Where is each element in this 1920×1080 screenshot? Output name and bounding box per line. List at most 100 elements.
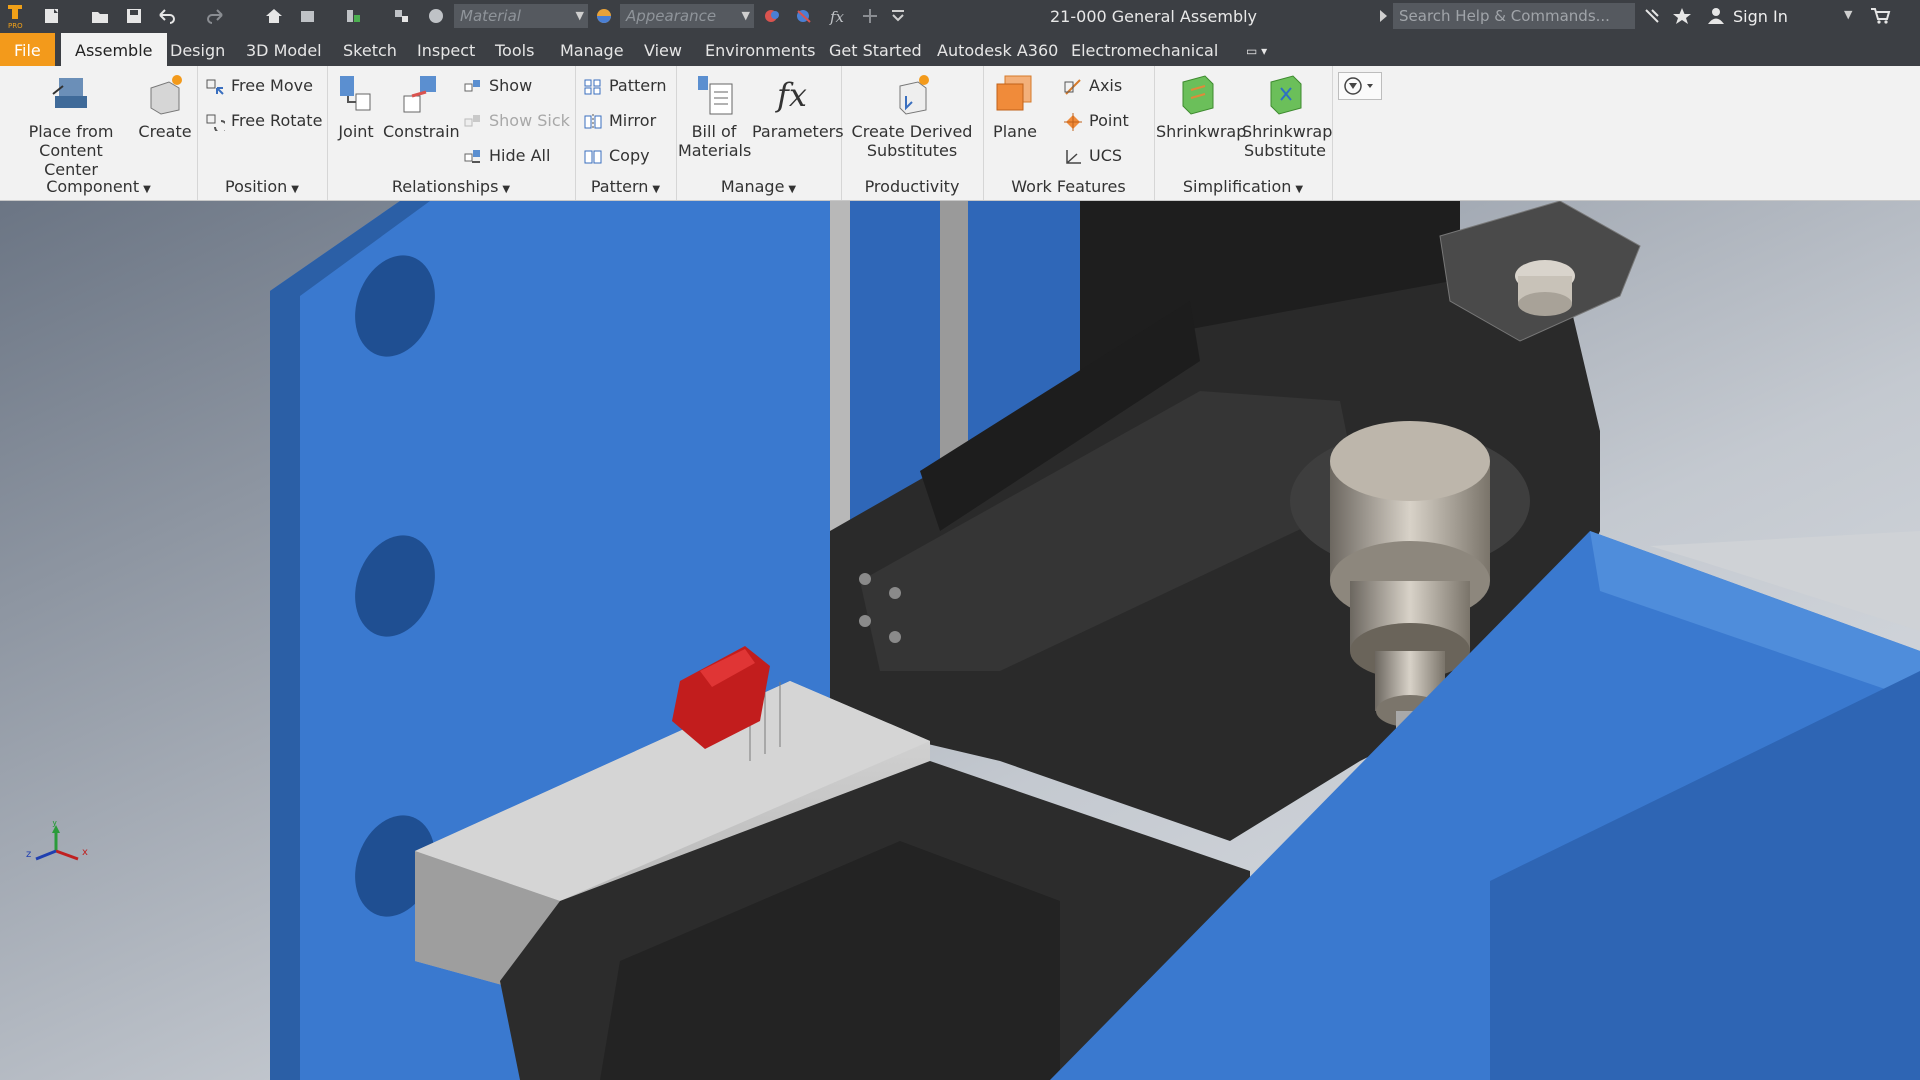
tab-3d-model[interactable]: 3D Model [246, 33, 322, 66]
svg-text:fx: fx [775, 76, 807, 114]
tab-electromechanical[interactable]: Electromechanical [1071, 33, 1218, 66]
derived-substitute-icon [890, 72, 934, 116]
ucs-icon [1063, 148, 1083, 166]
star-icon[interactable] [1672, 7, 1692, 25]
point-button[interactable]: Point [1063, 108, 1129, 134]
create-component-button[interactable]: Create [136, 72, 194, 141]
tab-assemble[interactable]: Assemble [61, 33, 167, 66]
clear-appearance-icon[interactable] [794, 7, 814, 25]
tab-tools[interactable]: Tools [495, 33, 534, 66]
derived-label-1: Create Derived [851, 122, 973, 141]
panel-component: Place from Content Center Create Compone… [0, 66, 198, 200]
bom-label-1: Bill of [691, 122, 737, 141]
position-panel-label[interactable]: Position ▼ [197, 176, 327, 198]
shrinkwrap-label: Shrinkwrap [1156, 122, 1247, 141]
tab-file[interactable]: File [0, 33, 55, 66]
plane-icon [993, 72, 1037, 116]
open-file-icon[interactable] [90, 7, 110, 25]
chevron-down-icon: ▼ [291, 184, 299, 195]
tab-inspect[interactable]: Inspect [417, 33, 475, 66]
show-sick-icon [463, 113, 483, 131]
redo-icon[interactable] [206, 7, 226, 25]
expand-arrow-icon[interactable] [1374, 7, 1394, 25]
pattern-icon [583, 78, 603, 96]
pattern-button[interactable]: Pattern [583, 73, 667, 99]
productivity-panel-label[interactable]: Productivity [841, 176, 983, 198]
chevron-down-icon: ▼ [1295, 184, 1304, 195]
productivity-label: Productivity [864, 177, 960, 196]
tab-design[interactable]: Design [170, 33, 225, 66]
bill-of-materials-icon [692, 72, 736, 116]
shrinkwrap-icon [1175, 72, 1219, 116]
ucs-label: UCS [1089, 146, 1123, 165]
appearance-sphere-icon[interactable] [594, 7, 614, 25]
hide-all-button[interactable]: Hide All [463, 143, 550, 169]
free-rotate-button[interactable]: Free Rotate [205, 108, 322, 134]
joint-button[interactable]: Joint [333, 72, 379, 141]
mirror-button[interactable]: Mirror [583, 108, 656, 134]
copy-button[interactable]: Copy [583, 143, 650, 169]
copy-icon [583, 148, 603, 166]
point-label: Point [1089, 111, 1129, 130]
document-title: 21-000 General Assembly [1050, 7, 1258, 26]
ucs-button[interactable]: UCS [1063, 143, 1122, 169]
sign-in-link[interactable]: Sign In [1733, 7, 1788, 26]
customize-dropdown-icon[interactable] [888, 7, 908, 25]
parameters-fx-icon: fx [773, 72, 817, 116]
user-icon[interactable] [1706, 7, 1726, 25]
pattern-panel-label[interactable]: Pattern ▼ [575, 176, 676, 198]
tab-autodesk-a360[interactable]: Autodesk A360 [937, 33, 1058, 66]
bill-of-materials-button[interactable]: Bill of Materials [678, 72, 751, 160]
create-derived-substitutes-button[interactable]: Create Derived Substitutes [845, 72, 979, 160]
new-file-icon[interactable] [42, 7, 62, 25]
tab-sketch[interactable]: Sketch [343, 33, 397, 66]
parameters-button[interactable]: fx Parameters [752, 72, 844, 141]
measure-icon[interactable] [344, 7, 364, 25]
parameters-label: Parameters [752, 122, 844, 141]
component-label: Component [46, 177, 140, 196]
show-button[interactable]: Show [463, 73, 532, 99]
component-panel-label[interactable]: Component ▼ [0, 176, 197, 198]
update-icon[interactable] [298, 7, 318, 25]
simplification-panel-label[interactable]: Simplification ▼ [1154, 176, 1332, 198]
work-features-panel-label[interactable]: Work Features [983, 176, 1154, 198]
create-component-icon [143, 72, 187, 116]
plane-button[interactable]: Plane [987, 72, 1043, 141]
search-input[interactable]: Search Help & Commands... [1393, 3, 1635, 29]
shrinkwrap-substitute-button[interactable]: Shrinkwrap Substitute [1242, 72, 1332, 160]
axis-icon [1063, 78, 1083, 96]
constrain-button[interactable]: Constrain [383, 72, 460, 141]
axis-button[interactable]: Axis [1063, 73, 1122, 99]
place-from-content-center-button[interactable]: Place from Content Center [10, 72, 132, 179]
inventor-pro-logo[interactable]: PRO [6, 3, 24, 30]
tab-environments[interactable]: Environments [705, 33, 816, 66]
place-label-2: Content Center [39, 141, 103, 179]
material-combo[interactable]: Material ▼ [454, 4, 588, 28]
manage-panel-label[interactable]: Manage ▼ [676, 176, 841, 198]
communication-center-icon[interactable] [1642, 7, 1662, 25]
content-center-icon [49, 72, 93, 116]
chevron-down-icon[interactable]: ▼ [1844, 8, 1864, 26]
ribbon-options-button[interactable] [1338, 72, 1382, 100]
fx-icon[interactable]: fx [828, 7, 848, 26]
relationships-panel-label[interactable]: Relationships ▼ [327, 176, 575, 198]
free-move-button[interactable]: Free Move [205, 73, 313, 99]
show-label: Show [489, 76, 533, 95]
shrinkwrap-button[interactable]: Shrinkwrap [1156, 72, 1247, 141]
mirror-label: Mirror [609, 111, 657, 130]
undo-icon[interactable] [156, 7, 176, 25]
save-icon[interactable] [124, 7, 144, 25]
select-icon[interactable] [392, 7, 412, 25]
adjust-appearance-icon[interactable] [762, 7, 782, 25]
appearance-combo[interactable]: Appearance ▼ [620, 4, 754, 28]
graphics-viewport[interactable]: z x y [0, 201, 1920, 1080]
tab-get-started[interactable]: Get Started [829, 33, 922, 66]
cart-icon[interactable] [1870, 7, 1891, 25]
ribbon-display-toggle-icon[interactable]: ▭ ▾ [1246, 33, 1267, 66]
tab-manage[interactable]: Manage [560, 33, 624, 66]
home-icon[interactable] [264, 7, 284, 25]
tab-view[interactable]: View [644, 33, 682, 66]
plus-icon[interactable] [860, 7, 880, 25]
globe-icon[interactable] [426, 7, 446, 25]
show-sick-button[interactable]: Show Sick [463, 108, 570, 134]
